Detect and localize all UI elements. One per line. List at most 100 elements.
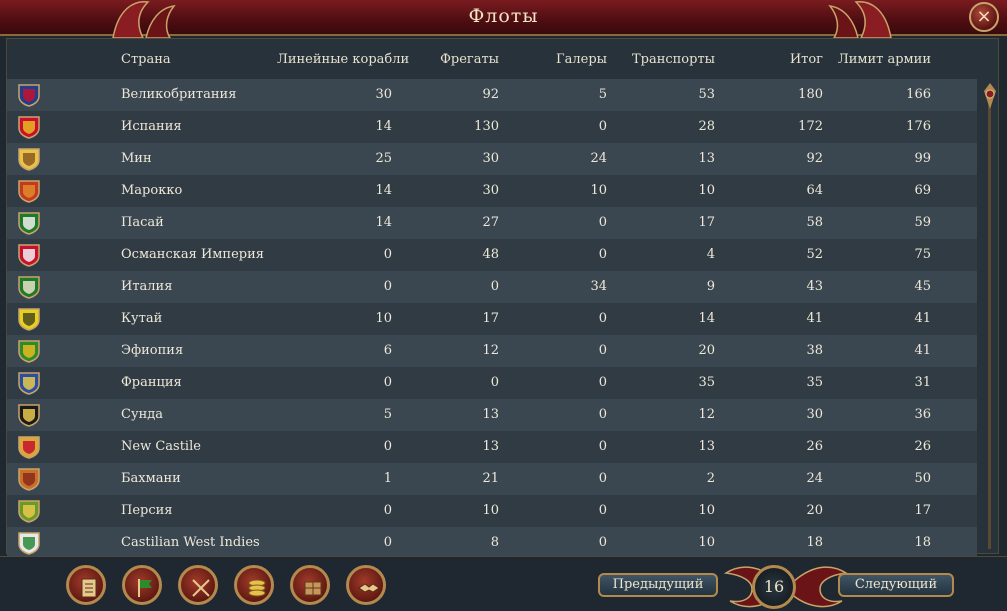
kutai-flag-icon[interactable] (17, 307, 41, 331)
country-name[interactable]: Мин (121, 151, 152, 166)
country-name[interactable]: Castilian West Indies (121, 535, 260, 550)
cell-total: 92 (806, 151, 823, 166)
cell-frigates: 30 (482, 183, 499, 198)
cell-frigates: 92 (482, 87, 499, 102)
ottoman-flag-icon[interactable] (17, 243, 41, 267)
union-jack-flag-icon[interactable] (17, 83, 41, 107)
table-row[interactable]: Castilian West Indies 0 8 0 10 18 18 (7, 527, 977, 559)
handshake-button[interactable] (346, 565, 386, 605)
country-name[interactable]: Италия (121, 279, 172, 294)
table-row[interactable]: New Castile 0 13 0 13 26 26 (7, 431, 977, 463)
cell-galleys: 0 (598, 311, 607, 326)
cell-ships-of-line: 10 (375, 311, 392, 326)
close-icon[interactable]: × (969, 2, 999, 32)
header-total[interactable]: Итог (727, 52, 823, 67)
italy-flag-icon[interactable] (17, 275, 41, 299)
country-name[interactable]: Сунда (121, 407, 163, 422)
coins-button[interactable] (234, 565, 274, 605)
cell-galleys: 24 (590, 151, 607, 166)
cell-total: 20 (806, 503, 823, 518)
table-row[interactable]: Сунда 5 13 0 12 30 36 (7, 399, 977, 431)
cell-galleys: 0 (598, 471, 607, 486)
cell-limit: 69 (914, 183, 931, 198)
flag-button[interactable] (122, 565, 162, 605)
castilian-west-indies-flag-icon[interactable] (17, 531, 41, 555)
scrollbar[interactable] (983, 83, 997, 551)
cell-limit: 59 (914, 215, 931, 230)
previous-button[interactable]: Предыдущий (598, 573, 718, 597)
ledger-button[interactable] (66, 565, 106, 605)
spain-flag-icon[interactable] (17, 115, 41, 139)
cell-limit: 176 (906, 119, 931, 134)
cell-transports: 2 (706, 471, 715, 486)
country-name[interactable]: Пасай (121, 215, 164, 230)
cell-limit: 31 (914, 375, 931, 390)
table-row[interactable]: Эфиопия 6 12 0 20 38 41 (7, 335, 977, 367)
table-row[interactable]: Персия 0 10 0 10 20 17 (7, 495, 977, 527)
table-row[interactable]: Кутай 10 17 0 14 41 41 (7, 303, 977, 335)
cell-limit: 17 (914, 503, 931, 518)
cell-total: 24 (806, 471, 823, 486)
scrollbar-track[interactable] (988, 103, 991, 549)
header-galleys[interactable]: Галеры (507, 52, 607, 67)
header-ships-of-line[interactable]: Линейные корабли (277, 52, 409, 67)
table-row[interactable]: Италия 0 0 34 9 43 45 (7, 271, 977, 303)
bahmani-flag-icon[interactable] (17, 467, 41, 491)
cell-frigates: 13 (482, 407, 499, 422)
table-row[interactable]: Марокко 14 30 10 10 64 69 (7, 175, 977, 207)
country-name[interactable]: Османская Империя (121, 247, 264, 262)
cell-total: 35 (806, 375, 823, 390)
cell-galleys: 0 (598, 215, 607, 230)
crossed-swords-button[interactable] (178, 565, 218, 605)
table-row[interactable]: Пасай 14 27 0 17 58 59 (7, 207, 977, 239)
cell-galleys: 0 (598, 119, 607, 134)
header-transports[interactable]: Транспорты (617, 52, 715, 67)
country-name[interactable]: Эфиопия (121, 343, 183, 358)
table-row[interactable]: Великобритания 30 92 5 53 180 166 (7, 79, 977, 111)
crossed-swords-icon (192, 579, 210, 597)
cell-limit: 45 (914, 279, 931, 294)
header-frigates[interactable]: Фрегаты (407, 52, 499, 67)
country-name[interactable]: Великобритания (121, 87, 236, 102)
cell-ships-of-line: 1 (383, 471, 392, 486)
country-name[interactable]: Франция (121, 375, 182, 390)
country-name[interactable]: Персия (121, 503, 173, 518)
table-row[interactable]: Османская Империя 0 48 0 4 52 75 (7, 239, 977, 271)
cell-limit: 26 (914, 439, 931, 454)
country-name[interactable]: New Castile (121, 439, 201, 454)
header-country[interactable]: Страна (121, 52, 171, 67)
cell-ships-of-line: 5 (383, 407, 392, 422)
ming-flag-icon[interactable] (17, 147, 41, 171)
pasai-flag-icon[interactable] (17, 211, 41, 235)
france-flag-icon[interactable] (17, 371, 41, 395)
cell-limit: 166 (906, 87, 931, 102)
cell-transports: 28 (698, 119, 715, 134)
morocco-flag-icon[interactable] (17, 179, 41, 203)
cell-transports: 53 (698, 87, 715, 102)
cell-frigates: 21 (482, 471, 499, 486)
cell-frigates: 48 (482, 247, 499, 262)
table-row[interactable]: Испания 14 130 0 28 172 176 (7, 111, 977, 143)
persia-flag-icon[interactable] (17, 499, 41, 523)
crate-button[interactable] (290, 565, 330, 605)
bottom-bar: Предыдущий 16 Следующий (0, 556, 1007, 611)
scrollbar-thumb-icon[interactable] (983, 83, 997, 109)
cell-transports: 10 (698, 503, 715, 518)
country-name[interactable]: Бахмани (121, 471, 181, 486)
ethiopia-flag-icon[interactable] (17, 339, 41, 363)
country-name[interactable]: Кутай (121, 311, 162, 326)
table-row[interactable]: Франция 0 0 0 35 35 31 (7, 367, 977, 399)
cell-frigates: 8 (490, 535, 499, 550)
sunda-flag-icon[interactable] (17, 403, 41, 427)
country-name[interactable]: Марокко (121, 183, 182, 198)
table-row[interactable]: Бахмани 1 21 0 2 24 50 (7, 463, 977, 495)
cell-ships-of-line: 0 (383, 535, 392, 550)
new-castile-flag-icon[interactable] (17, 435, 41, 459)
next-button[interactable]: Следующий (838, 573, 954, 597)
cell-total: 41 (806, 311, 823, 326)
flag-icon (138, 579, 152, 597)
header-army-limit[interactable]: Лимит армии (831, 52, 931, 67)
country-name[interactable]: Испания (121, 119, 182, 134)
cell-galleys: 0 (598, 503, 607, 518)
table-row[interactable]: Мин 25 30 24 13 92 99 (7, 143, 977, 175)
